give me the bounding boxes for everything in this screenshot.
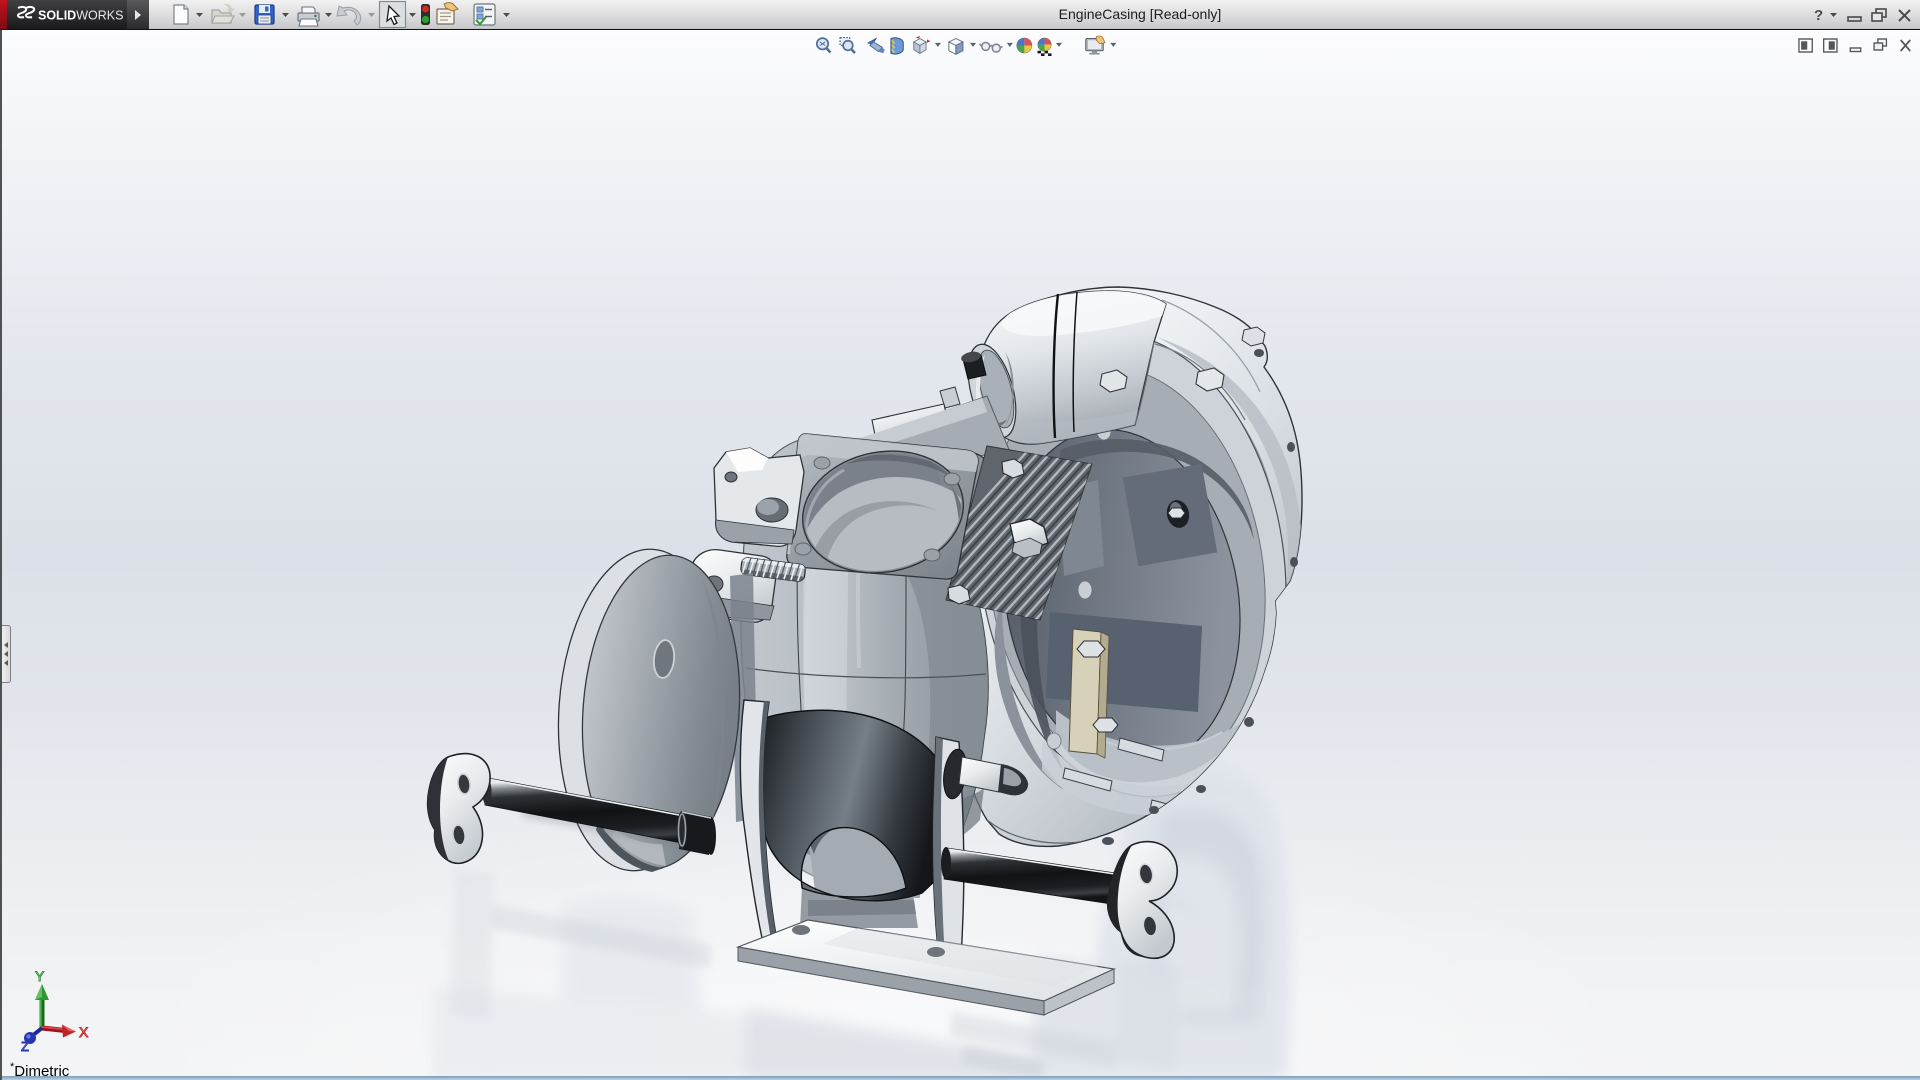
svg-text:Y: Y xyxy=(35,968,45,984)
svg-text:X: X xyxy=(79,1024,89,1040)
svg-text:?: ? xyxy=(1814,7,1823,24)
svg-text:Z: Z xyxy=(21,1039,29,1053)
svg-text:SOLIDWORKS: SOLIDWORKS xyxy=(38,8,123,22)
